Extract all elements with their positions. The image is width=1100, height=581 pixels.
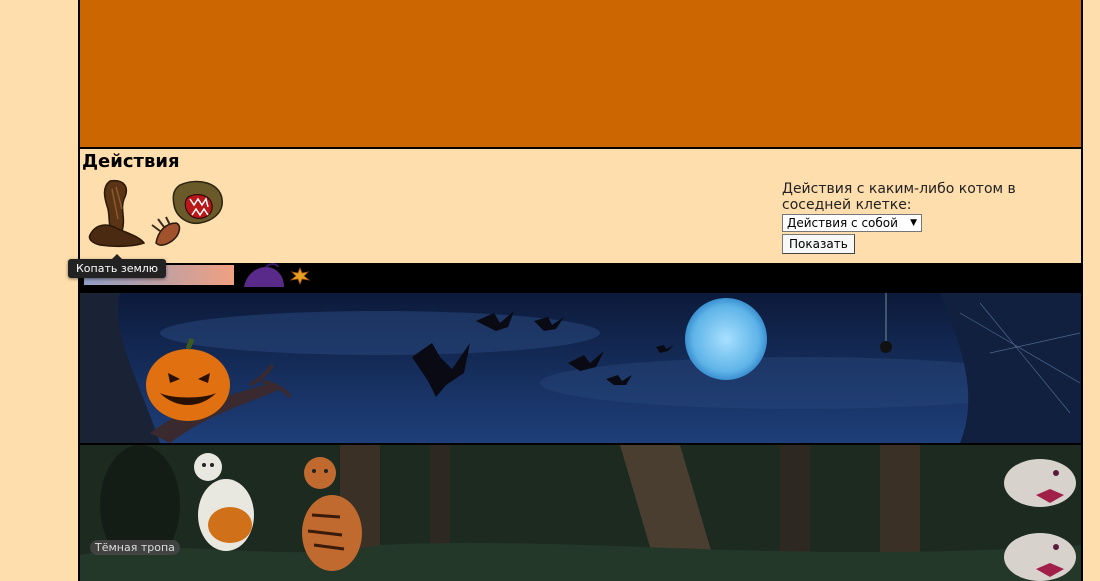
forest-scene: Тёмная тропа — [80, 445, 1081, 581]
dig-tooltip: Копать землю — [68, 254, 167, 278]
location-label: Тёмная тропа — [90, 540, 180, 555]
top-panel — [80, 0, 1081, 149]
hamster-avatar-top — [1004, 459, 1076, 507]
neighbor-actions-label: Действия с каким-либо котом в соседней к… — [782, 181, 1016, 213]
dig-icon[interactable] — [84, 179, 148, 249]
neighbor-actions-select[interactable]: Действия с собой ▼ — [782, 214, 922, 232]
night-sky-scene — [80, 293, 1081, 445]
witch-hat-icon[interactable] — [242, 263, 286, 287]
hamster-avatar-bottom — [1004, 533, 1076, 581]
status-bar — [80, 263, 1081, 293]
show-button[interactable]: Показать — [782, 234, 855, 254]
neighbor-actions-select-value: Действия с собой — [787, 216, 898, 230]
forest-background — [80, 445, 1081, 581]
moon — [685, 298, 767, 380]
actions-panel: Действия Копать землю Действия с каким-л… — [68, 149, 1081, 278]
chevron-down-icon: ▼ — [910, 218, 917, 228]
game-main-column: Действия Копать землю Действия с каким-л… — [68, 0, 1083, 581]
actions-title: Действия — [82, 151, 180, 172]
autumn-leaf-icon[interactable] — [290, 267, 310, 285]
claws-icon[interactable] — [150, 179, 228, 249]
